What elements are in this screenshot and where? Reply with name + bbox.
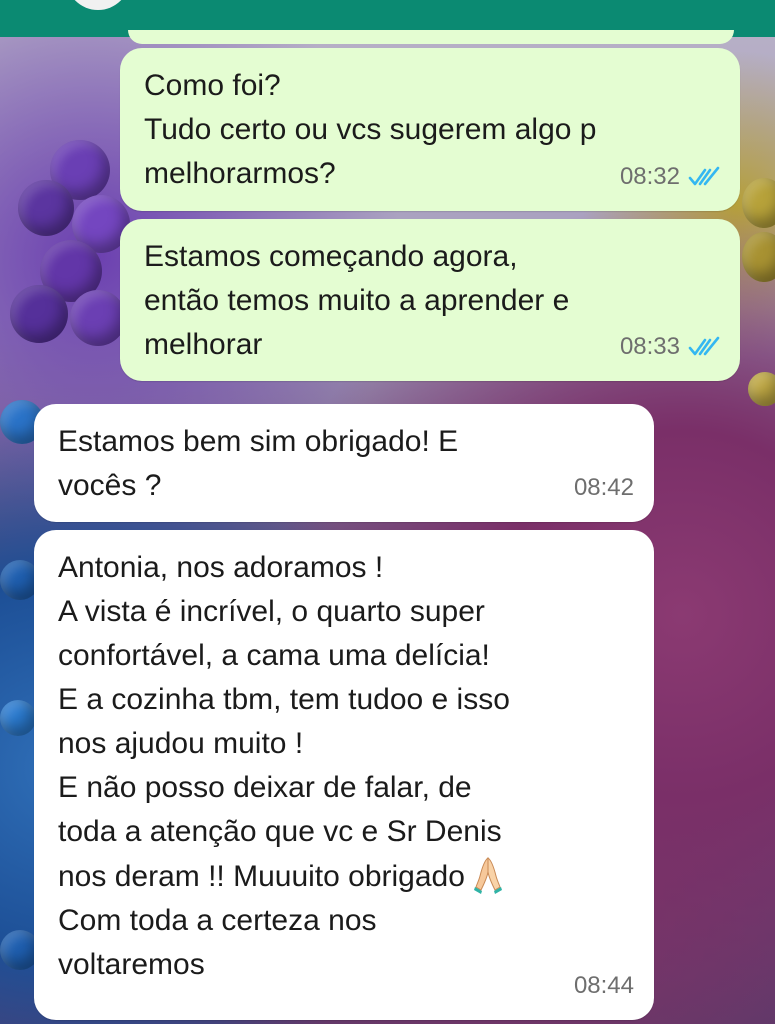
balloon-decoration bbox=[742, 232, 775, 282]
balloon-decoration bbox=[742, 178, 775, 228]
message-text: Estamos bem sim obrigado! E vocês ? bbox=[58, 425, 459, 502]
message-meta: 08:44 bbox=[574, 964, 634, 1008]
message-text-part: Antonia, nos adoramos ! A vista é incrív… bbox=[58, 551, 510, 893]
incoming-message-bubble[interactable]: Antonia, nos adoramos ! A vista é incrív… bbox=[34, 530, 654, 1020]
balloon-decoration bbox=[70, 290, 126, 346]
message-time: 08:44 bbox=[573, 972, 634, 999]
balloon-decoration bbox=[10, 285, 68, 343]
incoming-message-bubble[interactable]: Estamos bem sim obrigado! E vocês ? 08:4… bbox=[34, 404, 654, 522]
balloon-decoration bbox=[0, 700, 36, 736]
message-text: Antonia, nos adoramos ! A vista é incrív… bbox=[58, 546, 632, 987]
contact-avatar[interactable] bbox=[66, 0, 130, 10]
message-text-part: Com toda a certeza nos voltaremos bbox=[58, 904, 377, 981]
message-time: 08:32 bbox=[619, 163, 680, 190]
message-time: 08:33 bbox=[619, 333, 680, 360]
folded-hands-icon bbox=[473, 857, 502, 894]
message-meta: 08:32 bbox=[620, 155, 720, 199]
outgoing-message-bubble[interactable]: Como foi? Tudo certo ou vcs sugerem algo… bbox=[120, 48, 740, 211]
read-double-check-icon bbox=[688, 166, 720, 186]
message-meta: 08:33 bbox=[620, 325, 720, 369]
previous-message-edge bbox=[128, 30, 734, 44]
read-double-check-icon bbox=[688, 336, 720, 356]
message-meta: 08:42 bbox=[574, 466, 634, 510]
balloon-decoration bbox=[18, 180, 74, 236]
outgoing-message-bubble[interactable]: Estamos começando agora, então temos mui… bbox=[120, 219, 740, 381]
message-time: 08:42 bbox=[573, 474, 634, 501]
balloon-decoration bbox=[748, 372, 775, 406]
